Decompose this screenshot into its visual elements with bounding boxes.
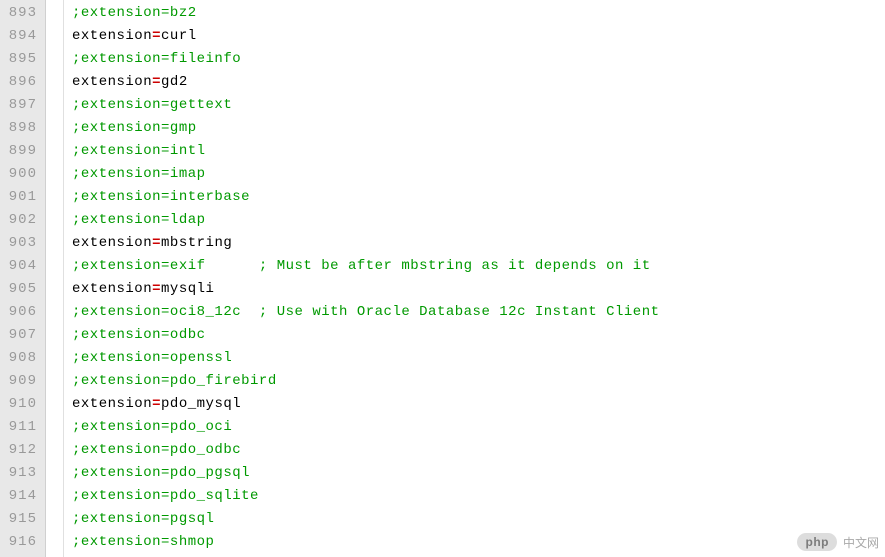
comment-token: ;extension=ldap	[72, 212, 206, 228]
code-line[interactable]: extension=mysqli	[72, 278, 885, 301]
code-line[interactable]: ;extension=interbase	[72, 186, 885, 209]
code-line[interactable]: extension=pdo_mysql	[72, 393, 885, 416]
comment-token: ;extension=pdo_firebird	[72, 373, 277, 389]
directive-key: extension	[72, 281, 152, 297]
code-line[interactable]: ;extension=pdo_oci	[72, 416, 885, 439]
comment-token: ;extension=pdo_pgsql	[72, 465, 250, 481]
equals-token: =	[152, 28, 161, 44]
comment-token: ;extension=pdo_odbc	[72, 442, 241, 458]
directive-key: extension	[72, 28, 152, 44]
equals-token: =	[152, 235, 161, 251]
code-line[interactable]: ;extension=pdo_firebird	[72, 370, 885, 393]
line-number: 902	[4, 209, 37, 232]
line-number: 912	[4, 439, 37, 462]
line-number: 895	[4, 48, 37, 71]
comment-token: ;extension=gmp	[72, 120, 197, 136]
line-number: 906	[4, 301, 37, 324]
equals-token: =	[152, 396, 161, 412]
code-line[interactable]: ;extension=pdo_odbc	[72, 439, 885, 462]
line-number: 916	[4, 531, 37, 554]
fold-margin	[46, 0, 64, 557]
comment-token: ;extension=fileinfo	[72, 51, 241, 67]
line-number: 894	[4, 25, 37, 48]
comment-token: ;extension=pdo_oci	[72, 419, 232, 435]
line-number: 896	[4, 71, 37, 94]
code-line[interactable]: extension=mbstring	[72, 232, 885, 255]
line-number: 899	[4, 140, 37, 163]
line-number-gutter: 8938948958968978988999009019029039049059…	[0, 0, 46, 557]
code-line[interactable]: ;extension=gmp	[72, 117, 885, 140]
comment-token: ;extension=shmop	[72, 534, 214, 550]
line-number: 907	[4, 324, 37, 347]
line-number: 897	[4, 94, 37, 117]
directive-value: curl	[161, 28, 197, 44]
directive-value: mbstring	[161, 235, 232, 251]
directive-key: extension	[72, 396, 152, 412]
directive-value: mysqli	[161, 281, 214, 297]
comment-token: ;extension=pdo_sqlite	[72, 488, 259, 504]
comment-token: ;extension=gettext	[72, 97, 232, 113]
code-line[interactable]: extension=gd2	[72, 71, 885, 94]
line-number: 898	[4, 117, 37, 140]
comment-token: ;extension=intl	[72, 143, 206, 159]
line-number: 904	[4, 255, 37, 278]
code-line[interactable]: ;extension=openssl	[72, 347, 885, 370]
watermark-suffix: 中文网	[843, 534, 879, 551]
line-number: 908	[4, 347, 37, 370]
watermark-brand: php	[797, 533, 837, 551]
equals-token: =	[152, 281, 161, 297]
code-line[interactable]: ;extension=imap	[72, 163, 885, 186]
line-number: 893	[4, 2, 37, 25]
line-number: 910	[4, 393, 37, 416]
code-editor: 8938948958968978988999009019029039049059…	[0, 0, 885, 557]
line-number: 911	[4, 416, 37, 439]
code-line[interactable]: ;extension=gettext	[72, 94, 885, 117]
comment-token: ;extension=openssl	[72, 350, 232, 366]
line-number: 901	[4, 186, 37, 209]
code-line[interactable]: ;extension=odbc	[72, 324, 885, 347]
comment-token: ;extension=bz2	[72, 5, 197, 21]
code-line[interactable]: ;extension=ldap	[72, 209, 885, 232]
code-line[interactable]: extension=curl	[72, 25, 885, 48]
directive-key: extension	[72, 74, 152, 90]
watermark: php 中文网	[797, 533, 879, 551]
line-number: 900	[4, 163, 37, 186]
code-line[interactable]: ;extension=shmop	[72, 531, 885, 554]
comment-token: ;extension=odbc	[72, 327, 206, 343]
code-line[interactable]: ;extension=pgsql	[72, 508, 885, 531]
comment-token: ;extension=pgsql	[72, 511, 214, 527]
comment-token: ;extension=interbase	[72, 189, 250, 205]
line-number: 903	[4, 232, 37, 255]
code-line[interactable]: ;extension=bz2	[72, 2, 885, 25]
comment-token: ;extension=exif ; Must be after mbstring…	[72, 258, 651, 274]
line-number: 909	[4, 370, 37, 393]
line-number: 915	[4, 508, 37, 531]
directive-value: pdo_mysql	[161, 396, 241, 412]
comment-token: ;extension=imap	[72, 166, 206, 182]
code-line[interactable]: ;extension=pdo_sqlite	[72, 485, 885, 508]
code-line[interactable]: ;extension=fileinfo	[72, 48, 885, 71]
line-number: 905	[4, 278, 37, 301]
code-area[interactable]: ;extension=bz2extension=curl;extension=f…	[64, 0, 885, 557]
code-line[interactable]: ;extension=exif ; Must be after mbstring…	[72, 255, 885, 278]
comment-token: ;extension=oci8_12c ; Use with Oracle Da…	[72, 304, 660, 320]
line-number: 913	[4, 462, 37, 485]
directive-key: extension	[72, 235, 152, 251]
code-line[interactable]: ;extension=oci8_12c ; Use with Oracle Da…	[72, 301, 885, 324]
code-line[interactable]: ;extension=pdo_pgsql	[72, 462, 885, 485]
line-number: 914	[4, 485, 37, 508]
directive-value: gd2	[161, 74, 188, 90]
code-line[interactable]: ;extension=intl	[72, 140, 885, 163]
equals-token: =	[152, 74, 161, 90]
